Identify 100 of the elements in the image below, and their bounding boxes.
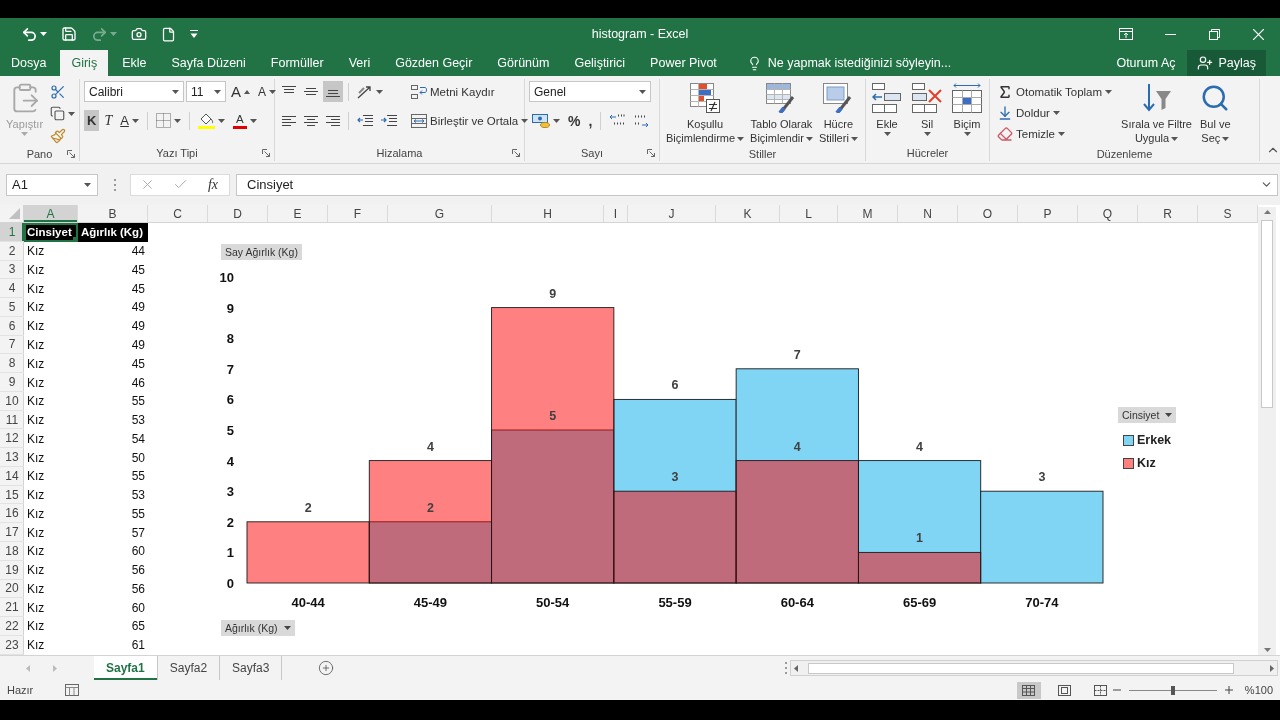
sheet-cell[interactable]: Kız	[24, 279, 78, 299]
row-header[interactable]: 13	[0, 448, 24, 467]
column-header[interactable]: D	[208, 205, 268, 222]
column-header[interactable]: K	[716, 205, 780, 222]
sheet-cell[interactable]: Kız	[24, 466, 78, 486]
row-header[interactable]: 5	[0, 298, 24, 317]
italic-button[interactable]: T	[101, 110, 116, 131]
cell-styles-button[interactable]: Hücre Stilleri	[816, 81, 860, 146]
column-header[interactable]: C	[148, 205, 208, 222]
row-header[interactable]: 1	[0, 223, 24, 242]
sheet-cell[interactable]: Kız	[24, 635, 78, 655]
sheet-cell[interactable]: 53	[78, 410, 148, 430]
column-header[interactable]: O	[958, 205, 1018, 222]
tell-me-field[interactable]: Ne yapmak istediğinizi söyleyin...	[767, 56, 956, 70]
sheet-cell[interactable]: 53	[78, 485, 148, 505]
find-select-button[interactable]: Bul ve Seç	[1198, 81, 1233, 146]
format-as-table-button[interactable]: Tablo Olarak Biçimlendir	[748, 81, 815, 146]
row-header[interactable]: 12	[0, 429, 24, 449]
sheet-cell[interactable]: 54	[78, 429, 148, 449]
insert-cells-button[interactable]: Ekle	[870, 81, 904, 137]
sheet-cell[interactable]: 56	[78, 560, 148, 580]
sheet-cell[interactable]: Kız	[24, 579, 78, 599]
comma-style-button[interactable]: ,	[585, 110, 596, 131]
merge-center-button[interactable]: Birleştir ve Ortala	[408, 110, 532, 131]
sheet-cell[interactable]: Kız	[24, 354, 78, 374]
row-header[interactable]: 9	[0, 373, 24, 392]
menu-tab[interactable]: Ekle	[111, 50, 158, 76]
scrollbar-thumb[interactable]	[1261, 220, 1273, 408]
horizontal-scrollbar[interactable]	[790, 660, 1278, 676]
column-header[interactable]: N	[898, 205, 958, 222]
shrink-font-button[interactable]: A	[255, 81, 280, 102]
value-field-button[interactable]: Say Ağırlık (Kg)	[221, 244, 302, 260]
column-header[interactable]: Q	[1078, 205, 1138, 222]
menu-tab[interactable]: Geliştirici	[563, 50, 637, 76]
sheet-cell[interactable]: Kız	[24, 560, 78, 580]
autosum-button[interactable]: Otomatik Toplam	[994, 81, 1116, 102]
column-header[interactable]: H	[492, 205, 604, 222]
name-box[interactable]: A1	[6, 173, 98, 196]
font-size-dropdown[interactable]: 11	[186, 81, 226, 102]
sort-filter-button[interactable]: Sırala ve Filtre Uygula	[1119, 81, 1194, 146]
sheet-cell[interactable]: 49	[78, 316, 148, 336]
menu-tab[interactable]: Power Pivot	[639, 50, 728, 76]
row-header[interactable]: 4	[0, 279, 24, 299]
legend-field-button[interactable]: Cinsiyet	[1118, 407, 1177, 423]
sheet-cell[interactable]: 60	[78, 542, 148, 561]
sheet-cell[interactable]: Kız	[24, 410, 78, 430]
sheet-cell[interactable]: 49	[78, 335, 148, 355]
sheet-cell[interactable]: 45	[78, 260, 148, 280]
sheet-cell[interactable]: Kız	[24, 260, 78, 280]
sheet-cell[interactable]: Kız	[24, 335, 78, 355]
normal-view-button[interactable]	[1016, 681, 1041, 699]
percent-button[interactable]: %	[565, 110, 584, 131]
zoom-slider[interactable]	[1128, 685, 1217, 695]
sheet-cell[interactable]: Kız	[24, 373, 78, 392]
sheet-cell[interactable]: Kız	[24, 448, 78, 467]
menu-tab[interactable]: Giriş	[60, 50, 109, 76]
sign-in-link[interactable]: Oturum Aç	[1108, 50, 1184, 76]
sheet-cell[interactable]: Kız	[24, 391, 78, 411]
column-header[interactable]: I	[604, 205, 628, 222]
wrap-text-button[interactable]: Metni Kaydır	[408, 81, 532, 102]
menu-tab[interactable]: Görünüm	[486, 50, 561, 76]
customize-button[interactable]	[187, 28, 201, 40]
clear-button[interactable]: Temizle	[994, 123, 1116, 144]
insert-function-button[interactable]: fx	[205, 176, 220, 193]
sheet-cell[interactable]: Kız	[24, 298, 78, 317]
menu-tab[interactable]: Dosya	[0, 50, 58, 76]
column-header[interactable]: G	[388, 205, 492, 222]
row-header[interactable]: 16	[0, 504, 24, 524]
sheet-cell[interactable]: Kız	[24, 241, 78, 261]
format-cells-button[interactable]: Biçim	[950, 81, 984, 137]
sheet-cell[interactable]: 65	[78, 617, 148, 636]
fill-handle-icon[interactable]	[73, 236, 78, 242]
menu-tab[interactable]: Gözden Geçir	[384, 50, 484, 76]
menu-tab[interactable]: Veri	[337, 50, 382, 76]
sheet-cell[interactable]: 50	[78, 448, 148, 467]
menu-tab[interactable]: Sayfa Düzeni	[160, 50, 257, 76]
sheet-cell[interactable]: 45	[78, 279, 148, 299]
axis-field-button[interactable]: Ağırlık (Kg)	[221, 620, 295, 636]
sheet-cell[interactable]: 60	[78, 598, 148, 618]
row-header[interactable]: 8	[0, 354, 24, 374]
row-header[interactable]: 17	[0, 523, 24, 542]
align-bottom-button[interactable]	[323, 81, 343, 102]
fill-button[interactable]: Doldur	[994, 102, 1116, 123]
column-header[interactable]: B	[78, 205, 148, 222]
row-header[interactable]: 21	[0, 598, 24, 618]
sheet-cell[interactable]: Kız	[24, 542, 78, 561]
column-header[interactable]: A	[24, 205, 78, 222]
sheet-cell[interactable]: Kız	[24, 485, 78, 505]
sheet-cell[interactable]: Kız	[24, 504, 78, 524]
bold-button[interactable]: K	[84, 110, 100, 131]
column-header[interactable]: J	[628, 205, 716, 222]
sheet-cell[interactable]: 49	[78, 298, 148, 317]
share-button[interactable]: Paylaş	[1187, 50, 1266, 76]
sheet-cell[interactable]: Kız	[24, 316, 78, 336]
sheet-cell[interactable]: 57	[78, 523, 148, 542]
menu-tab[interactable]: Formüller	[259, 50, 335, 76]
sheet-cell[interactable]: 46	[78, 373, 148, 392]
sheet-cell[interactable]: 45	[78, 354, 148, 374]
sheet-cell[interactable]: 61	[78, 635, 148, 655]
row-header[interactable]: 22	[0, 617, 24, 636]
